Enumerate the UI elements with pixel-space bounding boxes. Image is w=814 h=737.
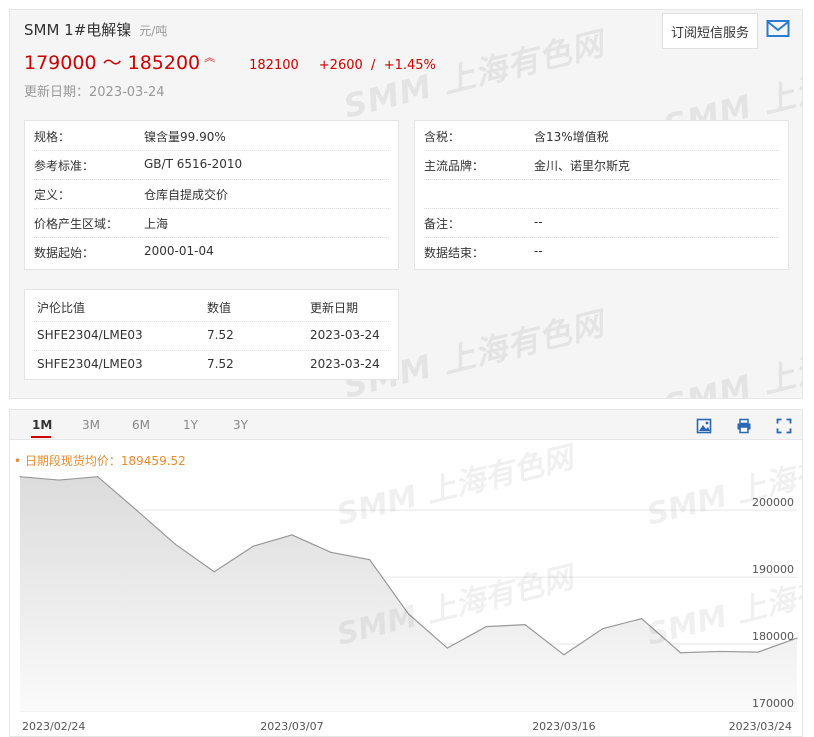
- info-row: 参考标准： GB/T 6516-2010: [34, 150, 389, 180]
- table-cell: 7.52: [207, 328, 234, 342]
- update-date: 更新日期：2023-03-24: [24, 85, 165, 100]
- info-key: 备注：: [424, 217, 461, 231]
- info-row: 含税： 含13%增值税: [424, 121, 779, 151]
- data-point: [58, 479, 60, 481]
- table-cell: 更新日期: [310, 301, 359, 315]
- table-cell: 数值: [207, 301, 232, 315]
- info-value: 含13%增值税: [534, 130, 609, 144]
- data-point: [757, 651, 759, 653]
- info-value: GB/T 6516-2010: [144, 157, 243, 171]
- info-row: 规格： 镍含量99.90%: [34, 121, 389, 151]
- info-value: 金川、诺里尔斯克: [534, 159, 631, 173]
- data-point: [213, 571, 215, 573]
- spec-info-right: 含税： 含13%增值税主流品牌： 金川、诺里尔斯克备注： -- 数据结束： --: [414, 120, 789, 270]
- price-range: 179000 ～ 185200: [24, 52, 201, 74]
- table-cell: SHFE2304/LME03: [37, 328, 143, 342]
- table-row: SHFE2304/LME03 7.52 2023-03-24: [34, 321, 389, 351]
- data-point: [330, 551, 332, 553]
- data-point: [135, 509, 138, 511]
- page-title: SMM 1#电解镍 元/吨: [24, 19, 167, 40]
- info-key: 数据起始：: [34, 246, 95, 260]
- info-row: 价格产生区域： 上海: [34, 208, 389, 238]
- up-arrow-icon: ︽: [204, 51, 216, 64]
- data-point: [524, 624, 526, 626]
- data-point: [641, 618, 643, 620]
- watermark: SMM 上海有色网: [659, 324, 803, 399]
- data-point: [97, 476, 99, 478]
- data-point: [718, 650, 720, 653]
- info-key: 价格产生区域：: [34, 217, 119, 231]
- product-name: SMM 1#电解镍: [24, 21, 132, 39]
- watermark: SMM 上海有色网: [339, 24, 609, 126]
- change-value: +2600 / +1.45%: [318, 58, 436, 73]
- table-cell: 7.52: [207, 357, 234, 371]
- info-row: 定义： 仓库自提成交价: [34, 179, 389, 209]
- info-value: --: [534, 244, 543, 258]
- data-point: [563, 654, 565, 656]
- watermark: SMM 上海有色网: [643, 439, 803, 532]
- info-row: 数据结束： --: [424, 237, 779, 266]
- data-point: [174, 543, 176, 545]
- y-tick-label: 180000: [752, 630, 794, 643]
- price-summary-panel: SMM 上海有色网 SMM 上海有色网 SMM 上海有色网 SMM 上海有色网 …: [9, 9, 803, 399]
- info-key: 定义：: [34, 188, 71, 202]
- info-key: 数据结束：: [424, 246, 485, 260]
- x-tick-label: 2023/03/07: [260, 720, 323, 733]
- shfe-lme-ratio-table: 沪伦比值 数值 更新日期 SHFE2304/LME03 7.52 2023-03-24 SH…: [24, 289, 399, 380]
- x-tick-label: 2023/03/24: [729, 720, 792, 733]
- data-point: [796, 637, 798, 639]
- info-value: --: [534, 215, 543, 229]
- price-unit: 元/吨: [139, 24, 168, 38]
- info-key: 参考标准：: [34, 159, 95, 173]
- watermark: SMM 上海有色网: [333, 439, 580, 532]
- table-cell: 2023-03-24: [310, 357, 380, 371]
- data-point: [291, 534, 293, 536]
- y-tick-label: 190000: [752, 563, 794, 576]
- info-key: 主流品牌：: [424, 159, 485, 173]
- y-tick-label: 170000: [752, 697, 794, 710]
- table-row: SHFE2304/LME03 7.52 2023-03-24: [34, 350, 389, 379]
- table-cell: 沪伦比值: [37, 301, 86, 315]
- average-price: 182100: [249, 58, 299, 73]
- info-row: 数据起始： 2000-01-04: [34, 237, 389, 266]
- data-point: [19, 476, 21, 478]
- data-point: [369, 559, 371, 561]
- info-value: 上海: [144, 217, 169, 231]
- subscribe-sms-button[interactable]: 订阅短信服务: [662, 13, 758, 49]
- chart-legend: • 日期段现货均价：189459.52: [14, 454, 186, 468]
- table-cell: 2023-03-24: [310, 328, 380, 342]
- info-row: [424, 179, 779, 209]
- data-point: [485, 626, 487, 628]
- info-row: 备注： --: [424, 208, 779, 238]
- price-row: 179000 ～ 185200 ︽ 182100 +2600 / +1.45%: [24, 48, 436, 74]
- info-key: 含税：: [424, 130, 461, 144]
- table-header-row: 沪伦比值 数值 更新日期: [34, 292, 389, 322]
- mail-icon[interactable]: [766, 19, 790, 39]
- spec-info-left: 规格： 镍含量99.90% 参考标准： GB/T 6516-2010 定义： 仓库自提成交…: [24, 120, 399, 270]
- info-value: 仓库自提成交价: [144, 188, 229, 202]
- info-row: 主流品牌： 金川、诺里尔斯克: [424, 150, 779, 180]
- data-point: [679, 652, 682, 654]
- data-point: [602, 628, 604, 630]
- data-point: [252, 545, 254, 547]
- table-cell: SHFE2304/LME03: [37, 357, 143, 371]
- info-value: 2000-01-04: [144, 244, 214, 258]
- price-chart-panel: 1M 3M 6M 1Y 3Y 170000 180000 190000 200000 2023/…: [9, 409, 803, 737]
- info-key: 规格：: [34, 130, 71, 144]
- data-point: [446, 647, 448, 649]
- x-tick-label: 2023/03/16: [532, 720, 595, 733]
- info-value: 镍含量99.90%: [144, 130, 226, 144]
- x-tick-label: 2023/02/24: [22, 720, 85, 733]
